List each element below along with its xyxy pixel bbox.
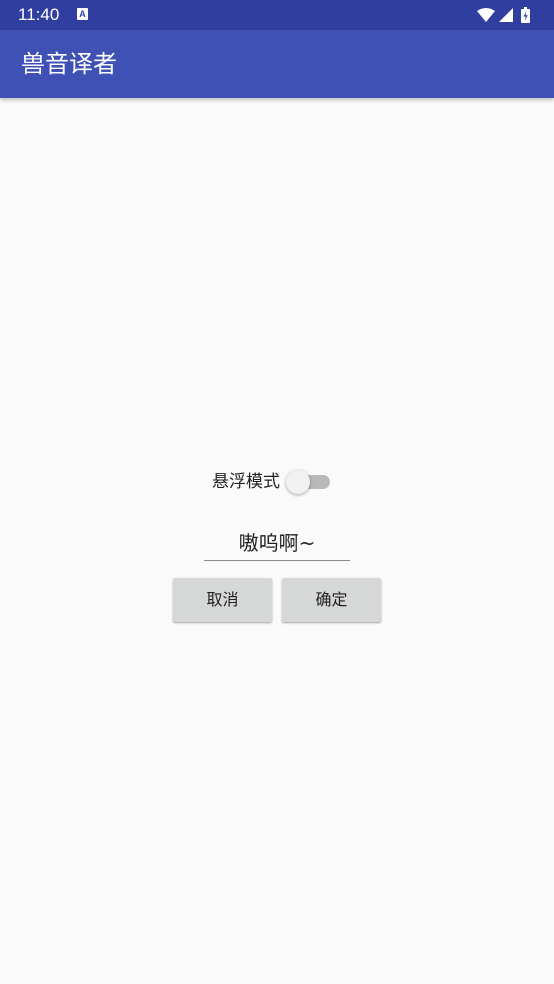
text-input[interactable] <box>204 524 350 558</box>
float-mode-switch[interactable] <box>286 467 332 497</box>
app-bar: 兽音译者 <box>0 30 554 98</box>
switch-thumb <box>286 470 310 494</box>
status-bar: 11:40 A <box>0 0 554 30</box>
text-input-field <box>204 524 350 562</box>
input-underline <box>204 560 350 561</box>
cancel-button[interactable]: 取消 <box>173 578 272 622</box>
app-title: 兽音译者 <box>21 50 117 78</box>
status-icons <box>476 6 540 24</box>
signal-icon <box>499 8 513 22</box>
wifi-icon <box>477 8 495 22</box>
notification-icon-letter: A <box>79 9 86 19</box>
battery-icon <box>521 7 530 23</box>
ok-button[interactable]: 确定 <box>282 578 381 622</box>
status-time: 11:40 <box>18 5 60 24</box>
float-mode-label: 悬浮模式 <box>212 472 280 492</box>
notification-icon: A <box>77 8 88 20</box>
